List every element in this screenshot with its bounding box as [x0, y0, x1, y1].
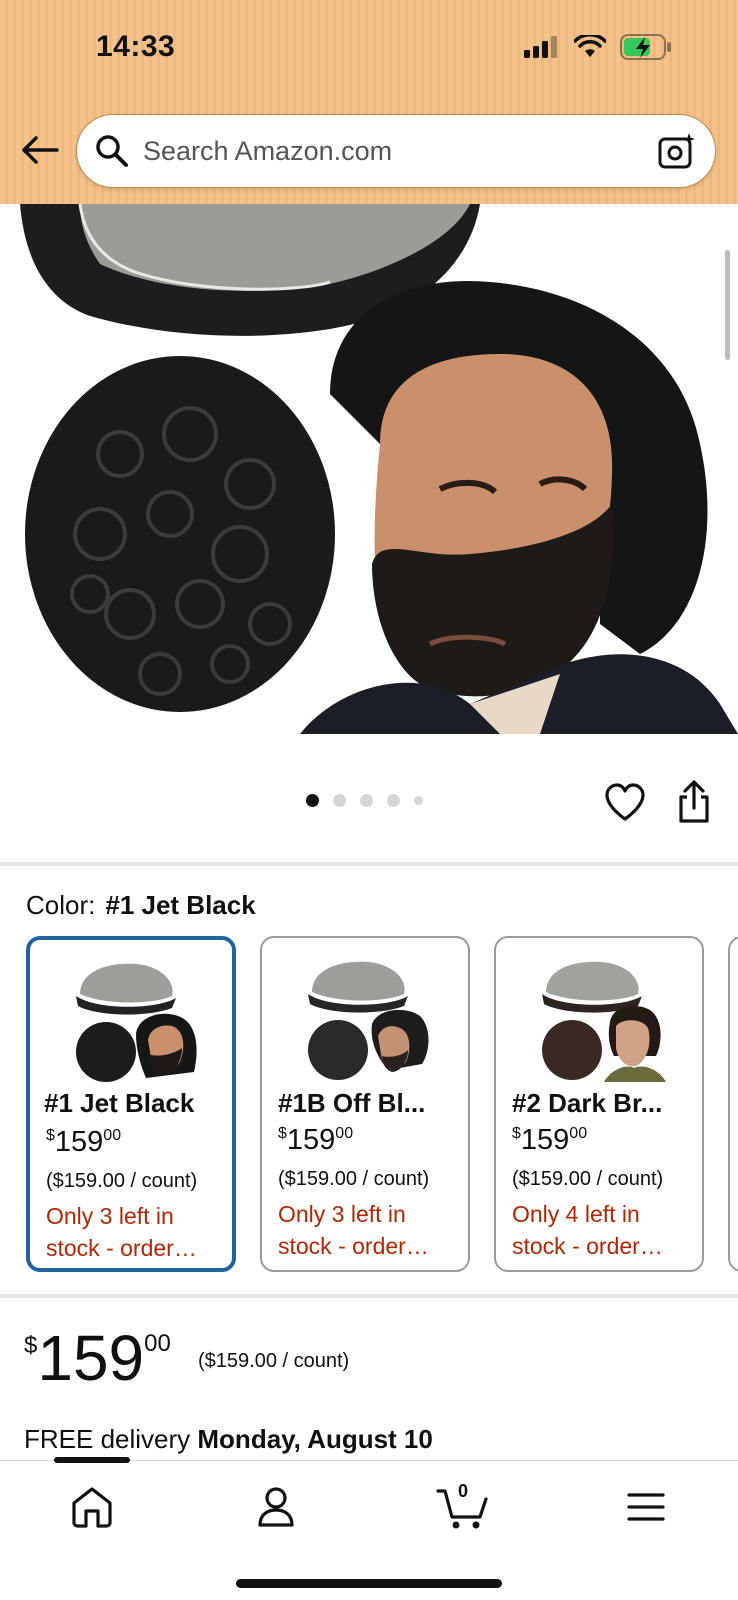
menu-icon: [627, 1493, 665, 1521]
search-bar[interactable]: [76, 114, 716, 188]
nav-menu[interactable]: [622, 1483, 670, 1531]
nav-home[interactable]: [68, 1483, 116, 1531]
section-divider: [0, 862, 738, 866]
delivery-prefix: FREE delivery: [24, 1424, 191, 1454]
home-icon: [72, 1487, 112, 1528]
product-image-gallery[interactable]: [0, 204, 738, 734]
delivery-date: Monday, August 10: [197, 1424, 433, 1454]
heart-icon[interactable]: [604, 782, 646, 824]
color-option-next-partial[interactable]: [728, 936, 738, 1272]
arrow-left-icon: [22, 136, 59, 164]
bottom-nav: 0: [0, 1457, 738, 1600]
camera-lens-icon[interactable]: [657, 131, 697, 171]
section-divider: [0, 1294, 738, 1298]
color-option-unit-price: ($159.00 / count): [46, 1170, 198, 1192]
home-indicator: [236, 1579, 502, 1588]
color-option-name: #1B Off Bl...: [278, 1088, 426, 1118]
color-option-stock: Only 4 left in stock - order soon.: [512, 1201, 640, 1259]
product-unit-price: ($159.00 / count): [198, 1350, 350, 1372]
back-button[interactable]: [18, 128, 62, 172]
color-option-jet-black[interactable]: #1 Jet Black $15900 ($159.00 / count) On…: [26, 936, 236, 1272]
color-label-prefix: Color:: [26, 890, 96, 920]
pagination-dot: [414, 796, 423, 805]
pagination-dot: [387, 794, 400, 807]
cellular-signal-icon: [524, 36, 557, 58]
search-icon: [96, 135, 128, 167]
battery-charging-icon: [620, 34, 671, 60]
search-input[interactable]: [143, 135, 623, 167]
header: 14:33: [0, 0, 738, 204]
scroll-indicator: [725, 250, 730, 360]
share-icon[interactable]: [676, 780, 712, 824]
selected-color-name: #1 Jet Black: [105, 890, 256, 920]
color-option-stock: Only 3 left in stock - order soon.: [278, 1201, 406, 1259]
color-option-price: $15900: [512, 1124, 588, 1156]
color-label: Color: #1 Jet Black: [26, 890, 256, 921]
color-option-off-black[interactable]: #1B Off Bl... $15900 ($159.00 / count) O…: [260, 936, 470, 1272]
color-option-price: $15900: [278, 1124, 354, 1156]
swatch-thumbnail: [542, 961, 666, 1082]
delivery-info: FREE delivery Monday, August 10: [24, 1424, 433, 1455]
nav-account[interactable]: [252, 1483, 300, 1531]
product-image: [20, 204, 738, 734]
color-option-name: #2 Dark Br...: [512, 1088, 663, 1118]
color-option-dark-brown[interactable]: #2 Dark Br... $15900 ($159.00 / count) O…: [494, 936, 704, 1272]
price-fraction: 00: [144, 1330, 171, 1357]
color-option-stock: Only 3 left in stock - order soon.: [46, 1203, 174, 1261]
cart-count: 0: [458, 1481, 469, 1501]
status-time: 14:33: [96, 30, 176, 63]
product-price: $ 159 00: [24, 1326, 171, 1390]
pagination-dot: [360, 794, 373, 807]
nav-cart[interactable]: 0: [436, 1481, 492, 1531]
swatch-thumbnail: [76, 963, 197, 1082]
nav-active-indicator: [54, 1457, 130, 1463]
color-option-name: #1 Jet Black: [44, 1088, 195, 1118]
color-swatch-carousel[interactable]: #1 Jet Black $15900 ($159.00 / count) On…: [26, 936, 738, 1274]
price-whole: 159: [37, 1322, 145, 1394]
pagination-dot: [333, 794, 346, 807]
color-option-price: $15900: [46, 1126, 122, 1158]
status-icons: [524, 34, 672, 60]
price-currency: $: [24, 1332, 38, 1359]
swatch-thumbnail: [308, 961, 429, 1080]
color-option-unit-price: ($159.00 / count): [278, 1168, 430, 1190]
color-option-unit-price: ($159.00 / count): [512, 1168, 664, 1190]
gallery-pagination: [306, 794, 423, 807]
pagination-dot: [306, 794, 319, 807]
user-icon: [258, 1487, 294, 1527]
wifi-icon: [574, 35, 606, 57]
